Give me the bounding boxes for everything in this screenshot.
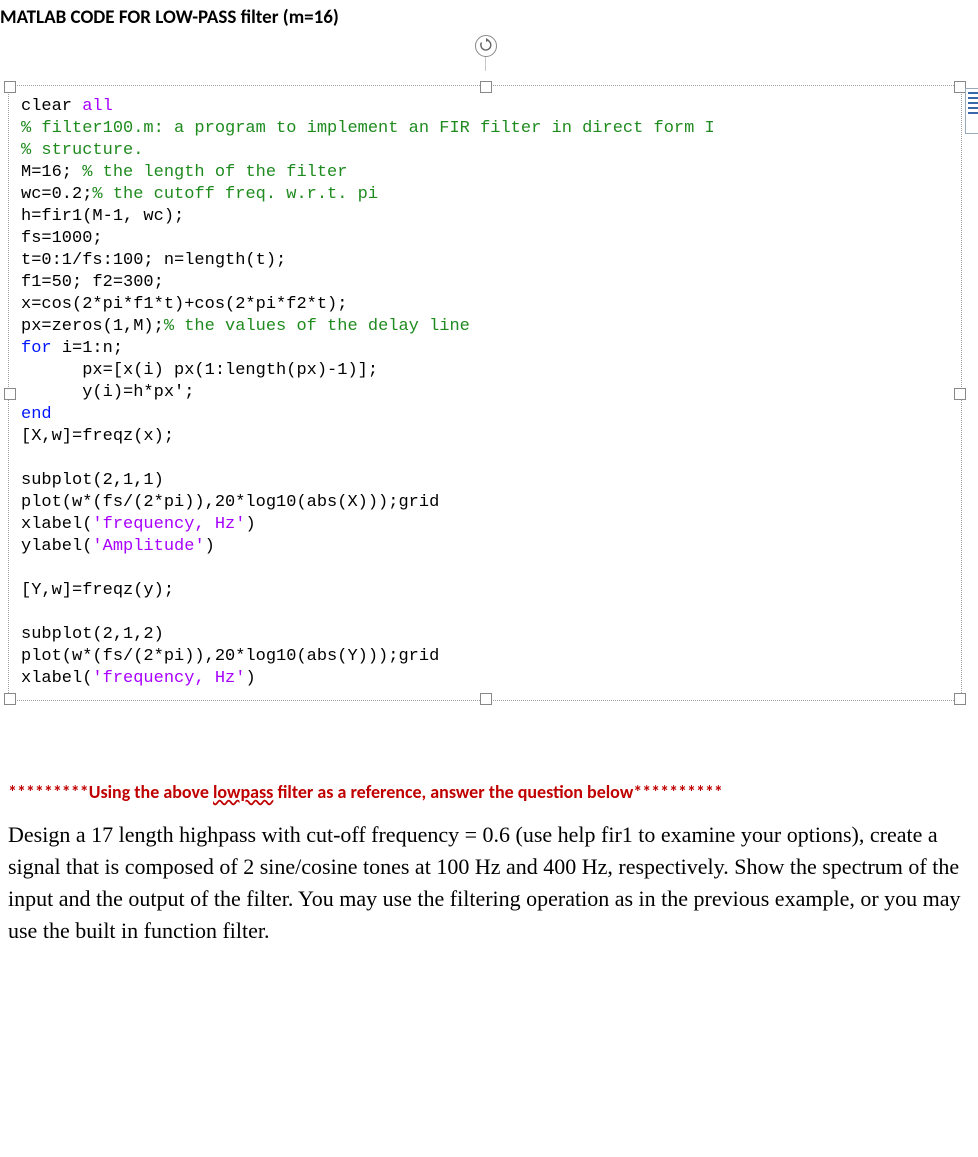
code-line: px=[x(i) px(1:length(px)-1)];: [21, 361, 378, 380]
code-line: wc=0.2;: [21, 185, 92, 204]
code-line: xlabel(: [21, 515, 92, 534]
code-line: y(i)=h*px';: [21, 383, 194, 402]
code-token: % the cutoff freq. w.r.t. pi: [92, 185, 378, 204]
code-line: px=zeros(1,M);: [21, 317, 164, 336]
code-line: h=fir1(M-1, wc);: [21, 207, 184, 226]
code-line: [X,w]=freqz(x);: [21, 427, 174, 446]
resize-handle-mr[interactable]: [954, 388, 966, 400]
resize-handle-bm[interactable]: [480, 693, 492, 705]
code-token: 'Amplitude': [92, 537, 204, 556]
code-line: ylabel(: [21, 537, 92, 556]
code-line: subplot(2,1,1): [21, 471, 164, 490]
note-suffix: **********: [633, 781, 723, 803]
code-textbox[interactable]: clear all % filter100.m: a program to im…: [8, 85, 962, 701]
layout-options-icon[interactable]: [965, 88, 978, 134]
code-line: % filter100.m: a program to implement an…: [21, 119, 715, 138]
code-token: % the length of the filter: [82, 163, 347, 182]
code-token: ): [245, 515, 255, 534]
code-token: i=1:n;: [62, 339, 123, 358]
code-line: M=16;: [21, 163, 82, 182]
code-line: % structure.: [21, 141, 143, 160]
rotate-handle[interactable]: [475, 35, 497, 57]
code-line: x=cos(2*pi*f1*t)+cos(2*pi*f2*t);: [21, 295, 347, 314]
note-text: Using the above: [89, 781, 213, 803]
code-token: ): [205, 537, 215, 556]
question-text: Design a 17 length highpass with cut-off…: [8, 819, 970, 947]
code-line: clear: [21, 97, 82, 116]
code-token: 'frequency, Hz': [92, 515, 245, 534]
code-line: plot(w*(fs/(2*pi)),20*log10(abs(X)));gri…: [21, 493, 439, 512]
code-line: subplot(2,1,2): [21, 625, 164, 644]
code-line: f1=50; f2=300;: [21, 273, 164, 292]
resize-handle-tl[interactable]: [4, 81, 16, 93]
matlab-code: clear all % filter100.m: a program to im…: [9, 86, 961, 700]
code-token: % the values of the delay line: [164, 317, 470, 336]
code-line: t=0:1/fs:100; n=length(t);: [21, 251, 286, 270]
document-page: MATLAB CODE FOR LOW-PASS filter (m=16) c…: [0, 0, 978, 967]
code-line: xlabel(: [21, 669, 92, 688]
resize-handle-tm[interactable]: [480, 81, 492, 93]
code-line: plot(w*(fs/(2*pi)),20*log10(abs(Y)));gri…: [21, 647, 439, 666]
code-line: [Y,w]=freqz(y);: [21, 581, 174, 600]
refresh-icon: [479, 38, 493, 52]
note-prefix: *********: [8, 781, 89, 803]
instruction-note: *********Using the above lowpass filter …: [8, 781, 962, 803]
note-text: filter as a reference, answer the questi…: [273, 781, 633, 803]
note-wavy: lowpass: [213, 781, 273, 803]
resize-handle-ml[interactable]: [4, 388, 16, 400]
code-line: for: [21, 339, 62, 358]
resize-handle-br[interactable]: [954, 693, 966, 705]
code-token: all: [82, 97, 113, 116]
code-line: fs=1000;: [21, 229, 103, 248]
code-line: end: [21, 405, 52, 424]
rotate-handle-area: [0, 41, 970, 85]
code-token: 'frequency, Hz': [92, 669, 245, 688]
code-token: ): [245, 669, 255, 688]
resize-handle-bl[interactable]: [4, 693, 16, 705]
